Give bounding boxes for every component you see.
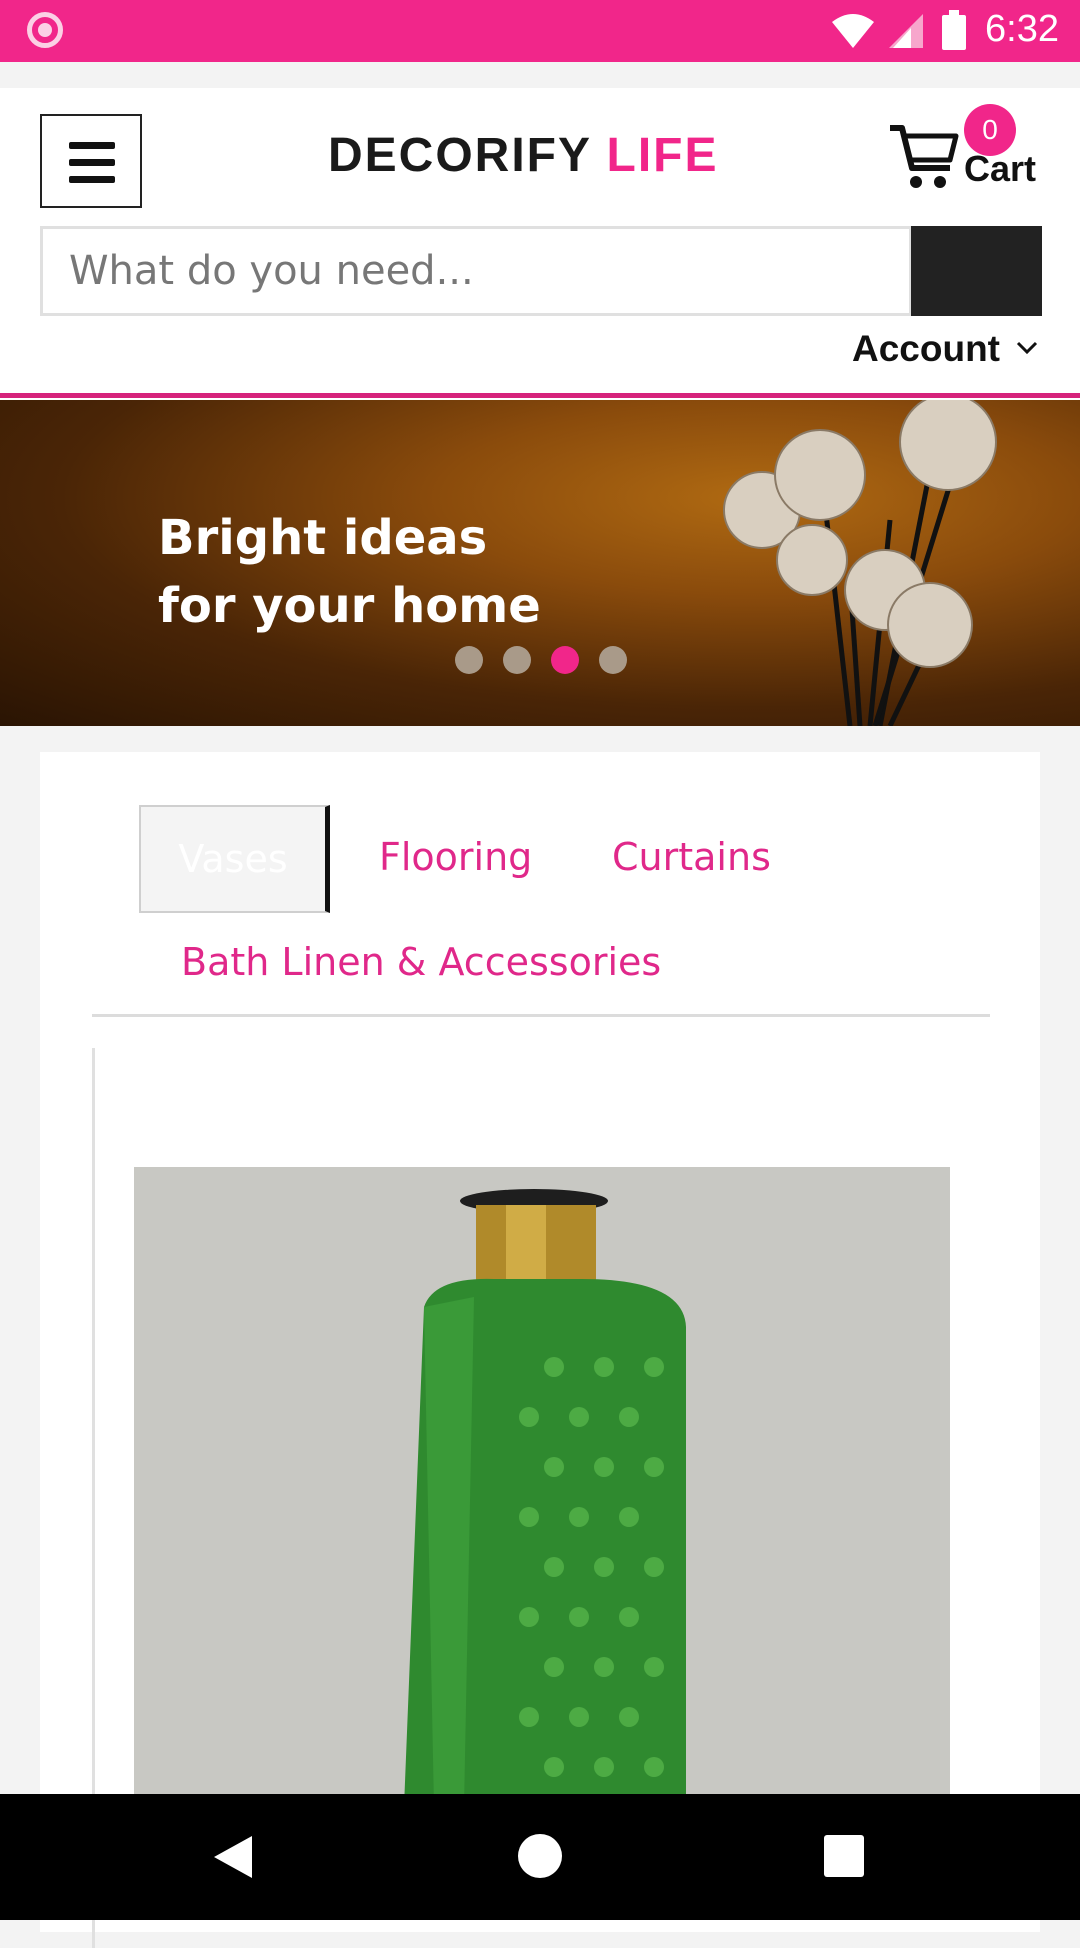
site-logo[interactable]: DECORIFY LIFE	[328, 128, 719, 183]
header-divider	[0, 393, 1080, 398]
green-vase-image	[134, 1167, 950, 1807]
lamp-image	[723, 400, 997, 726]
carousel-dot[interactable]	[455, 646, 483, 674]
tab-flooring[interactable]: Flooring	[379, 835, 532, 879]
banner-headline: Bright ideas for your home	[158, 504, 541, 640]
banner-line-2: for your home	[158, 578, 541, 634]
account-menu[interactable]: Account	[852, 328, 1000, 370]
chevron-down-icon[interactable]	[1016, 340, 1038, 356]
cart-icon	[890, 125, 959, 188]
hamburger-menu-icon	[69, 142, 115, 149]
hamburger-line	[69, 176, 115, 183]
wifi-icon	[832, 14, 874, 48]
header: DECORIFY LIFE 0 Cart Account	[0, 88, 1080, 400]
hero-banner[interactable]: Bright ideas for your home	[0, 400, 1080, 726]
signal-icon	[889, 14, 923, 48]
category-panel: Vases Flooring Curtains Bath Linen & Acc…	[40, 752, 1040, 1948]
android-nav-bar	[0, 1794, 1080, 1920]
search-button[interactable]	[911, 226, 1042, 316]
cart-button[interactable]: 0 Cart	[888, 96, 1068, 196]
carousel-dot[interactable]	[599, 646, 627, 674]
hamburger-menu-button[interactable]	[40, 114, 142, 208]
tabs-divider	[92, 1014, 990, 1017]
tab-vases[interactable]: Vases	[139, 805, 330, 913]
search-input[interactable]	[40, 226, 912, 316]
carousel-dot[interactable]	[503, 646, 531, 674]
recent-apps-icon[interactable]	[824, 1835, 864, 1877]
cart-label: Cart	[964, 148, 1037, 189]
tab-curtains[interactable]: Curtains	[612, 835, 771, 879]
status-time: 6:32	[985, 8, 1059, 50]
hamburger-line	[69, 159, 115, 166]
tab-bath-linen[interactable]: Bath Linen & Accessories	[181, 940, 661, 984]
carousel-dot-active[interactable]	[551, 646, 579, 674]
logo-text-accent: LIFE	[606, 129, 719, 182]
notification-icon	[27, 12, 63, 48]
status-bar: 6:32	[0, 0, 1080, 62]
back-icon[interactable]	[212, 1834, 254, 1880]
home-icon[interactable]	[518, 1834, 562, 1878]
banner-line-1: Bright ideas	[158, 510, 488, 566]
logo-text-main: DECORIFY	[328, 129, 592, 182]
product-image[interactable]	[134, 1167, 950, 1807]
battery-icon	[942, 10, 966, 50]
